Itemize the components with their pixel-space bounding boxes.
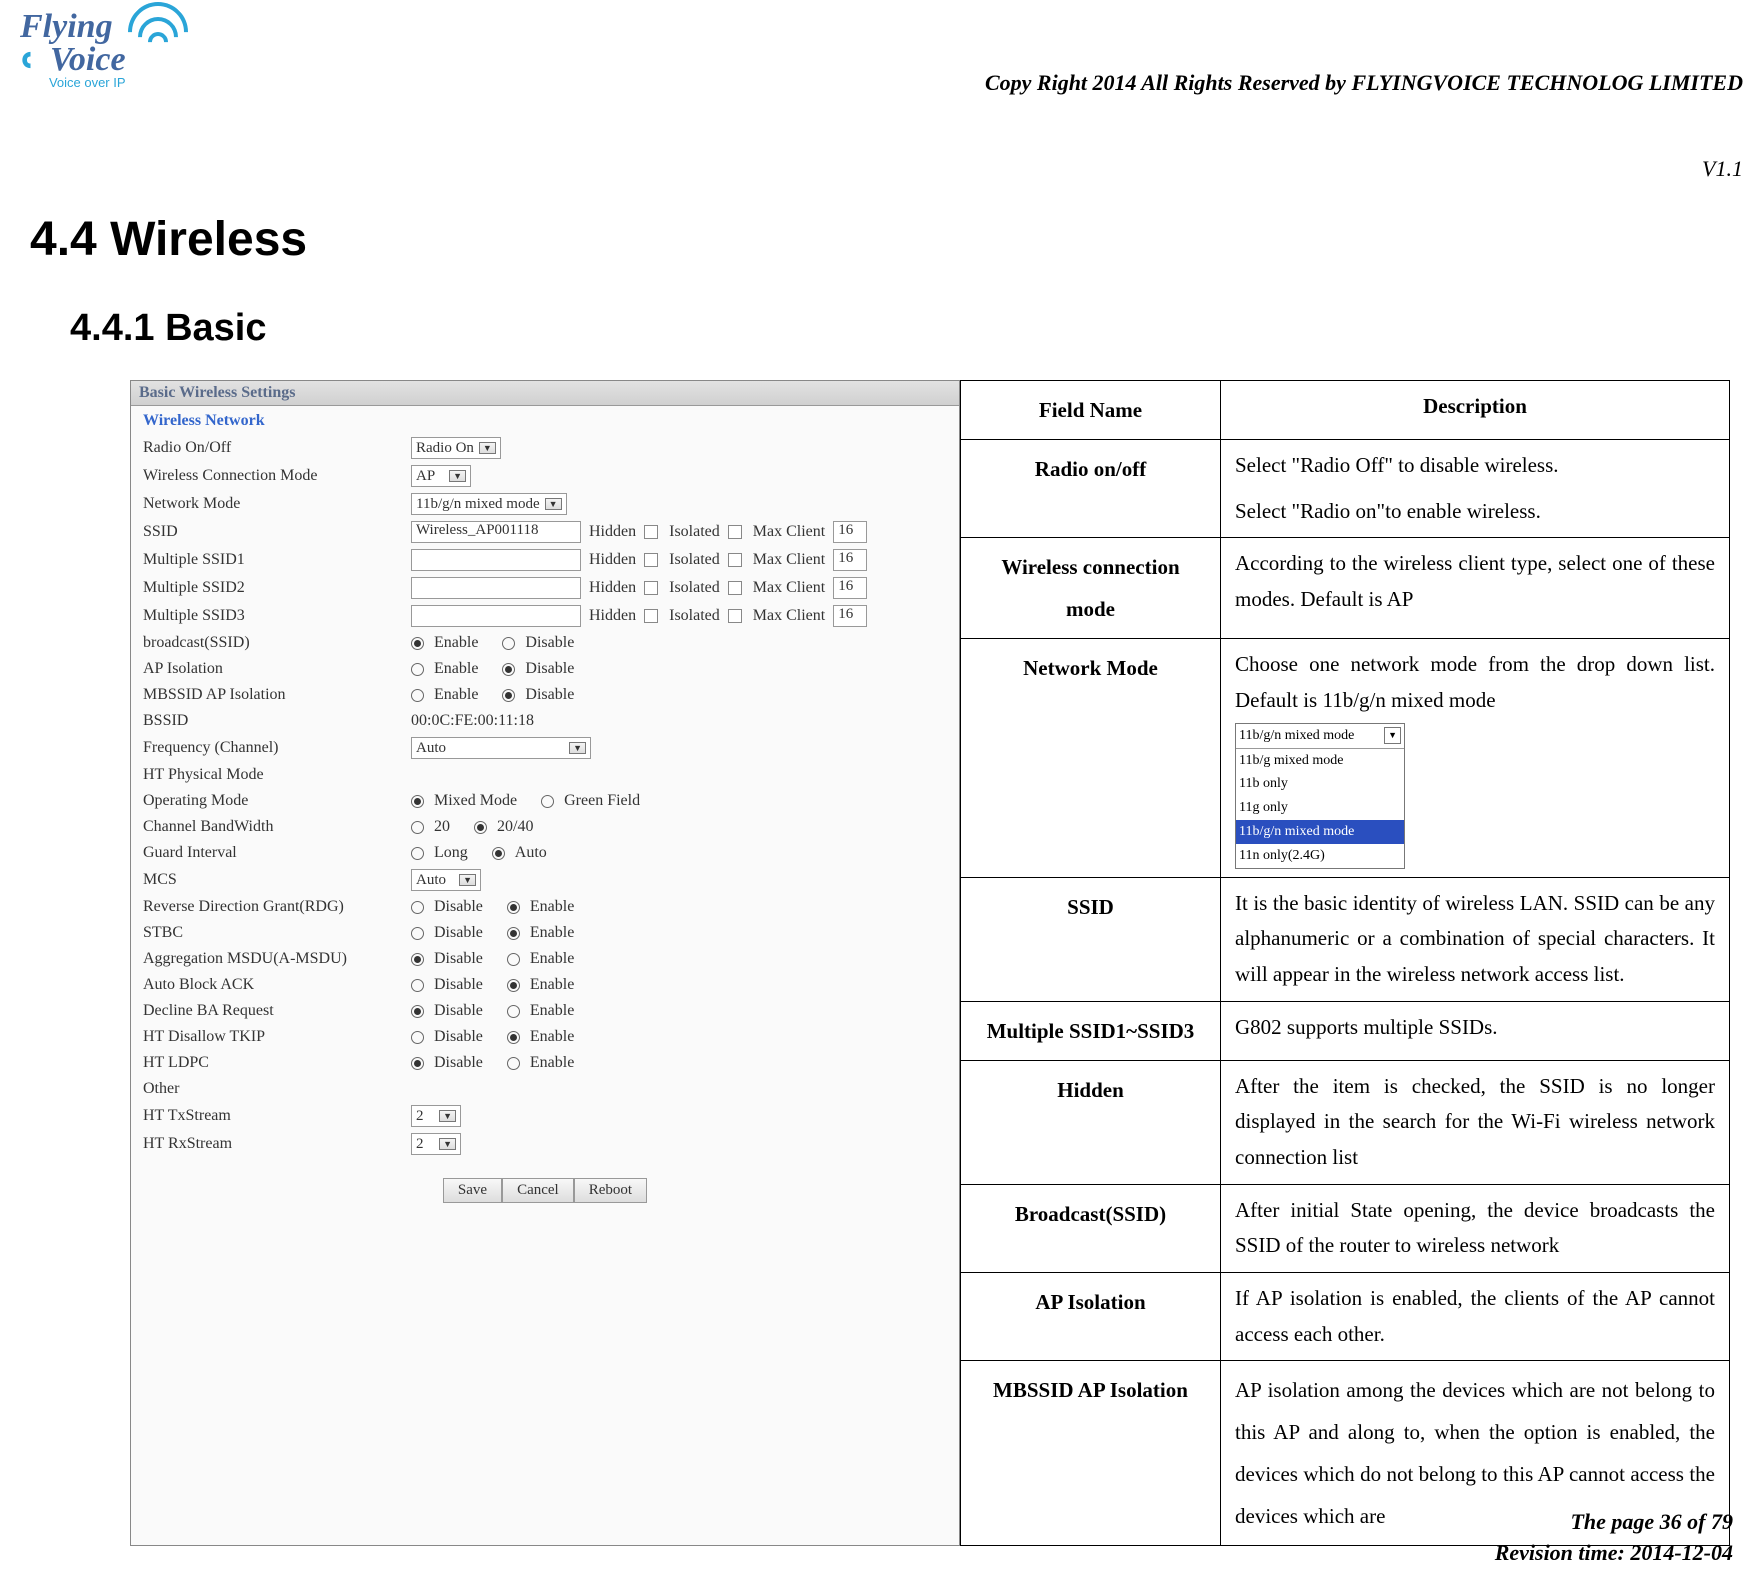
label-htdtkip: HT Disallow TKIP: [143, 1028, 403, 1046]
row-hidden-desc: After the item is checked, the SSID is n…: [1221, 1060, 1730, 1184]
label-opmode: Operating Mode: [143, 792, 403, 810]
row-bcast-desc: After initial State opening, the device …: [1221, 1184, 1730, 1272]
panel-title: Basic Wireless Settings: [131, 381, 959, 406]
label-bssid: BSSID: [143, 712, 403, 730]
hidden-check[interactable]: [644, 525, 658, 539]
ssid-input[interactable]: Wireless_AP001118: [411, 521, 581, 543]
freq-select[interactable]: Auto▼: [411, 737, 591, 759]
version-line: V1.1: [985, 156, 1743, 182]
nmode-select[interactable]: 11b/g/n mixed mode▼: [411, 493, 567, 515]
label-apiso: AP Isolation: [143, 660, 403, 678]
httx-select[interactable]: 2▼: [411, 1105, 461, 1127]
bssid-value: 00:0C:FE:00:11:18: [411, 712, 534, 730]
row-radio-desc2: Select "Radio on"to enable wireless.: [1235, 494, 1715, 530]
maxclient-input[interactable]: 16: [833, 521, 867, 543]
row-mssid-name: Multiple SSID1~SSID3: [961, 1001, 1221, 1060]
label-dba: Decline BA Request: [143, 1002, 403, 1020]
reboot-button[interactable]: Reboot: [574, 1178, 647, 1203]
label-mbssid: MBSSID AP Isolation: [143, 686, 403, 704]
label-httx: HT TxStream: [143, 1107, 403, 1125]
label-mcs: MCS: [143, 871, 403, 889]
label-nmode: Network Mode: [143, 495, 403, 513]
label-bcast: broadcast(SSID): [143, 634, 403, 652]
label-gi: Guard Interval: [143, 844, 403, 862]
bcast-disable[interactable]: [502, 637, 515, 650]
row-apiso-name: AP Isolation: [961, 1273, 1221, 1361]
label-htrx: HT RxStream: [143, 1135, 403, 1153]
cancel-button[interactable]: Cancel: [502, 1178, 574, 1203]
row-hidden-name: Hidden: [961, 1060, 1221, 1184]
m3-input[interactable]: [411, 605, 581, 627]
label-aback: Auto Block ACK: [143, 976, 403, 994]
label-hidden: Hidden: [589, 523, 636, 541]
row-nmode-name: Network Mode: [961, 639, 1221, 877]
label-amsdu: Aggregation MSDU(A-MSDU): [143, 950, 403, 968]
label-rdg: Reverse Direction Grant(RDG): [143, 898, 403, 916]
th-description: Description: [1221, 381, 1730, 440]
bcast-enable[interactable]: [411, 637, 424, 650]
heading-4-4: 4.4 Wireless: [30, 212, 1733, 267]
row-radio-name: Radio on/off: [961, 440, 1221, 538]
th-field-name: Field Name: [961, 381, 1221, 440]
section-heading: Wireless Network: [131, 406, 959, 434]
label-max-client: Max Client: [753, 523, 825, 541]
description-table: Field Name Description Radio on/off Sele…: [960, 380, 1730, 1546]
label-other: Other: [143, 1080, 403, 1098]
radio-select[interactable]: Radio On▼: [411, 437, 501, 459]
label-m3: Multiple SSID3: [143, 607, 403, 625]
m2-input[interactable]: [411, 577, 581, 599]
htrx-select[interactable]: 2▼: [411, 1133, 461, 1155]
label-m2: Multiple SSID2: [143, 579, 403, 597]
mcs-select[interactable]: Auto▼: [411, 869, 481, 891]
row-bcast-name: Broadcast(SSID): [961, 1184, 1221, 1272]
label-htldpc: HT LDPC: [143, 1054, 403, 1072]
settings-screenshot: Basic Wireless Settings Wireless Network…: [130, 380, 960, 1546]
nmode-dropdown-image: 11b/g/n mixed mode▼ 11b/g mixed mode 11b…: [1235, 723, 1405, 869]
row-wcm-desc: According to the wireless client type, s…: [1221, 538, 1730, 639]
row-radio-desc1: Select "Radio Off" to disable wireless.: [1235, 448, 1715, 484]
label-radio: Radio On/Off: [143, 439, 403, 457]
row-wcm-name: Wireless connection mode: [961, 538, 1221, 639]
row-nmode-desc: Choose one network mode from the drop do…: [1235, 652, 1715, 712]
row-mssid-desc: G802 supports multiple SSIDs.: [1221, 1001, 1730, 1060]
m1-input[interactable]: [411, 549, 581, 571]
label-freq: Frequency (Channel): [143, 739, 403, 757]
row-apiso-desc: If AP isolation is enabled, the clients …: [1221, 1273, 1730, 1361]
footer-page: The page 36 of 79: [1495, 1507, 1733, 1538]
heading-4-4-1: 4.4.1 Basic: [70, 307, 1733, 350]
wcm-select[interactable]: AP▼: [411, 465, 471, 487]
logo: Flying Voice Voice over IP: [20, 10, 188, 90]
footer-rev: Revision time: 2014-12-04: [1495, 1538, 1733, 1569]
label-cbw: Channel BandWidth: [143, 818, 403, 836]
label-htphy: HT Physical Mode: [143, 766, 403, 784]
label-stbc: STBC: [143, 924, 403, 942]
save-button[interactable]: Save: [443, 1178, 502, 1203]
label-ssid: SSID: [143, 523, 403, 541]
label-wcm: Wireless Connection Mode: [143, 467, 403, 485]
isolated-check[interactable]: [728, 525, 742, 539]
logo-line1: Flying: [20, 8, 113, 45]
row-ssid-desc: It is the basic identity of wireless LAN…: [1221, 877, 1730, 1001]
row-mbssid-name: MBSSID AP Isolation: [961, 1361, 1221, 1546]
copyright-line: Copy Right 2014 All Rights Reserved by F…: [985, 70, 1743, 96]
label-m1: Multiple SSID1: [143, 551, 403, 569]
label-isolated: Isolated: [669, 523, 720, 541]
row-ssid-name: SSID: [961, 877, 1221, 1001]
logo-tagline: Voice over IP: [20, 75, 126, 90]
logo-line2: Voice: [50, 41, 126, 78]
